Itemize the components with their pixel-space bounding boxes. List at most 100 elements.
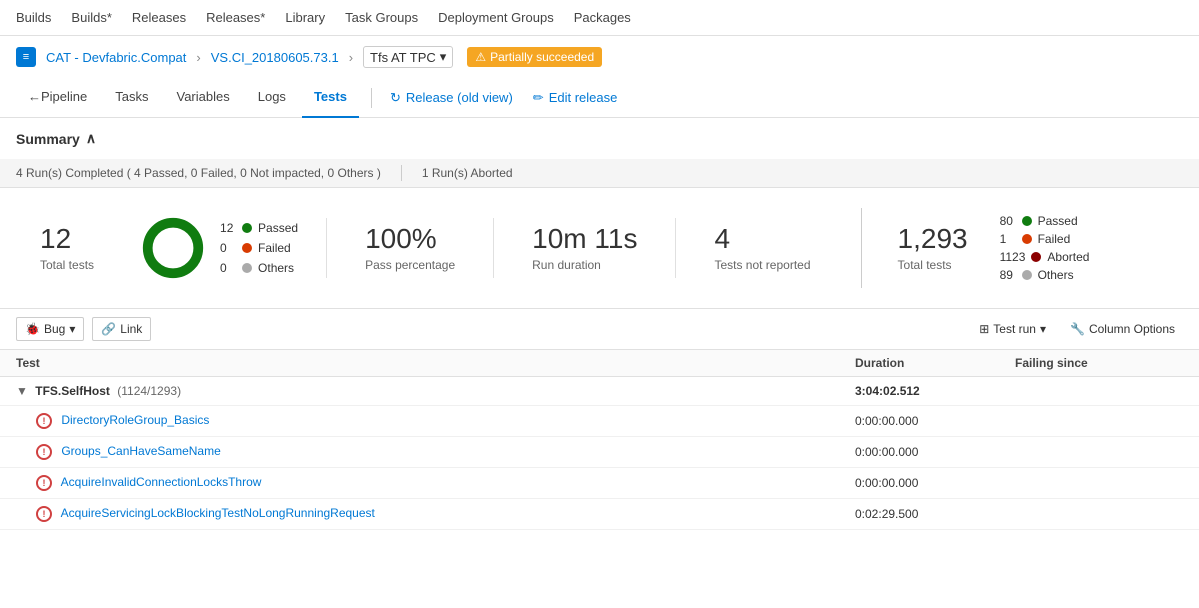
test-run-icon: ⊞ — [979, 322, 989, 336]
stats-bar-divider — [401, 165, 402, 181]
test-cell-1: ! Groups_CanHaveSameName — [0, 437, 839, 468]
table-group-row: ▼ TFS.SelfHost (1124/1293) 3:04:02.512 — [0, 377, 1199, 406]
edit-icon: ✏ — [533, 90, 544, 106]
pass-pct-block: 100% Pass percentage — [335, 224, 485, 273]
back-icon: ← — [28, 89, 41, 104]
right-legend: 80 Passed 1 Failed 1123 Aborted 89 Other… — [1000, 214, 1090, 282]
column-options-button[interactable]: 🔧 Column Options — [1062, 318, 1183, 340]
tab-tests[interactable]: Tests — [302, 78, 359, 118]
legend-failed-count: 0 — [220, 241, 236, 255]
test-status-icon-2: ! — [36, 475, 52, 491]
test-name-2[interactable]: AcquireInvalidConnectionLocksThrow — [61, 475, 262, 489]
test-name-0[interactable]: DirectoryRoleGroup_Basics — [61, 413, 209, 427]
nav-packages[interactable]: Packages — [574, 10, 631, 25]
bug-dropdown-icon: ▾ — [69, 322, 75, 336]
nav-builds[interactable]: Builds — [16, 10, 51, 25]
test-failing-0 — [999, 406, 1199, 437]
col-header-failing-since: Failing since — [999, 350, 1199, 377]
right-legend-others: 89 Others — [1000, 268, 1090, 282]
right-others-count: 89 — [1000, 268, 1016, 282]
legend-failed: 0 Failed — [220, 241, 298, 255]
test-duration-0: 0:00:00.000 — [839, 406, 999, 437]
link-label: Link — [120, 322, 142, 336]
right-legend-passed: 80 Passed — [1000, 214, 1090, 228]
group-failing-since — [999, 377, 1199, 406]
stat-divider-3 — [675, 218, 676, 278]
breadcrumb-sep-1: › — [196, 50, 200, 65]
sub-navigation: ← Pipeline Tasks Variables Logs Tests ↻ … — [0, 78, 1199, 118]
toolbar-right: ⊞ Test run ▾ 🔧 Column Options — [971, 318, 1183, 340]
test-name-3[interactable]: AcquireServicingLockBlockingTestNoLongRu… — [61, 506, 375, 520]
pass-pct-label: Pass percentage — [365, 258, 455, 272]
bug-button[interactable]: 🐞 Bug ▾ — [16, 317, 84, 341]
legend-passed: 12 Passed — [220, 221, 298, 235]
right-passed-dot — [1022, 216, 1032, 226]
right-passed-count: 80 — [1000, 214, 1016, 228]
test-status-icon-1: ! — [36, 444, 52, 460]
chevron-down-icon: ▾ — [440, 49, 447, 65]
column-options-label: Column Options — [1089, 322, 1175, 336]
failed-dot — [242, 243, 252, 253]
nav-releases-star[interactable]: Releases* — [206, 10, 265, 25]
tab-pipeline[interactable]: ← Pipeline — [16, 78, 99, 118]
total-tests-left-block: 12 Total tests — [16, 224, 118, 273]
group-name: TFS.SelfHost — [35, 384, 110, 398]
tests-not-reported-label: Tests not reported — [714, 258, 810, 272]
test-failing-1 — [999, 437, 1199, 468]
test-table: Test Duration Failing since ▼ TFS.SelfHo… — [0, 350, 1199, 530]
nav-builds-star[interactable]: Builds* — [71, 10, 111, 25]
edit-release-link[interactable]: ✏ Edit release — [523, 90, 628, 106]
right-legend-failed: 1 Failed — [1000, 232, 1090, 246]
tests-not-reported-block: 4 Tests not reported — [684, 224, 840, 273]
test-cell-0: ! DirectoryRoleGroup_Basics — [0, 406, 839, 437]
nav-library[interactable]: Library — [285, 10, 325, 25]
bug-label: Bug — [44, 322, 65, 336]
right-others-label: Others — [1038, 268, 1074, 282]
breadcrumb-sep-2: › — [349, 50, 353, 65]
link-button[interactable]: 🔗 Link — [92, 317, 151, 341]
status-badge: ⚠ Partially succeeded — [467, 47, 602, 67]
legend-others-label: Others — [258, 261, 294, 275]
right-failed-label: Failed — [1038, 232, 1071, 246]
refresh-icon: ↻ — [390, 90, 401, 106]
table-header-row: Test Duration Failing since — [0, 350, 1199, 377]
stat-divider-2 — [493, 218, 494, 278]
test-duration-2: 0:00:00.000 — [839, 468, 999, 499]
test-name-1[interactable]: Groups_CanHaveSameName — [61, 444, 220, 458]
left-stats-text: 4 Run(s) Completed ( 4 Passed, 0 Failed,… — [16, 166, 381, 180]
collapse-icon: ∧ — [86, 130, 96, 147]
right-aborted-dot — [1031, 252, 1041, 262]
group-count: (1124/1293) — [117, 384, 181, 398]
breadcrumb-pipeline[interactable]: VS.CI_20180605.73.1 — [211, 50, 339, 65]
tab-variables[interactable]: Variables — [165, 78, 242, 118]
nav-releases[interactable]: Releases — [132, 10, 186, 25]
group-cell: ▼ TFS.SelfHost (1124/1293) — [0, 377, 839, 406]
legend-passed-label: Passed — [258, 221, 298, 235]
right-aborted-count: 1123 — [1000, 250, 1026, 264]
right-stats-text: 1 Run(s) Aborted — [422, 166, 513, 180]
nav-task-groups[interactable]: Task Groups — [345, 10, 418, 25]
test-cell-3: ! AcquireServicingLockBlockingTestNoLong… — [0, 499, 839, 530]
release-old-view-link[interactable]: ↻ Release (old view) — [380, 90, 523, 106]
collapse-icon[interactable]: ▼ — [16, 384, 28, 398]
total-tests-left-number: 12 — [40, 224, 71, 255]
total-tests-right-label: Total tests — [898, 258, 952, 272]
summary-header[interactable]: Summary ∧ — [0, 118, 1199, 159]
test-run-dropdown-icon: ▾ — [1040, 322, 1046, 336]
toolbar: 🐞 Bug ▾ 🔗 Link ⊞ Test run ▾ 🔧 Column Opt… — [0, 309, 1199, 350]
others-dot — [242, 263, 252, 273]
col-header-test: Test — [0, 350, 839, 377]
bug-icon: 🐞 — [25, 322, 40, 336]
test-run-button[interactable]: ⊞ Test run ▾ — [971, 318, 1054, 340]
right-failed-count: 1 — [1000, 232, 1016, 246]
tab-tasks[interactable]: Tasks — [103, 78, 160, 118]
run-duration-block: 10m 11s Run duration — [502, 224, 667, 273]
breadcrumb: ≡ CAT - Devfabric.Compat › VS.CI_2018060… — [0, 36, 1199, 78]
col-header-duration: Duration — [839, 350, 999, 377]
test-duration-3: 0:02:29.500 — [839, 499, 999, 530]
link-icon: 🔗 — [101, 322, 116, 336]
tab-logs[interactable]: Logs — [246, 78, 298, 118]
breadcrumb-project[interactable]: CAT - Devfabric.Compat — [46, 50, 186, 65]
nav-deployment-groups[interactable]: Deployment Groups — [438, 10, 554, 25]
breadcrumb-stage[interactable]: Tfs AT TPC ▾ — [363, 46, 453, 68]
